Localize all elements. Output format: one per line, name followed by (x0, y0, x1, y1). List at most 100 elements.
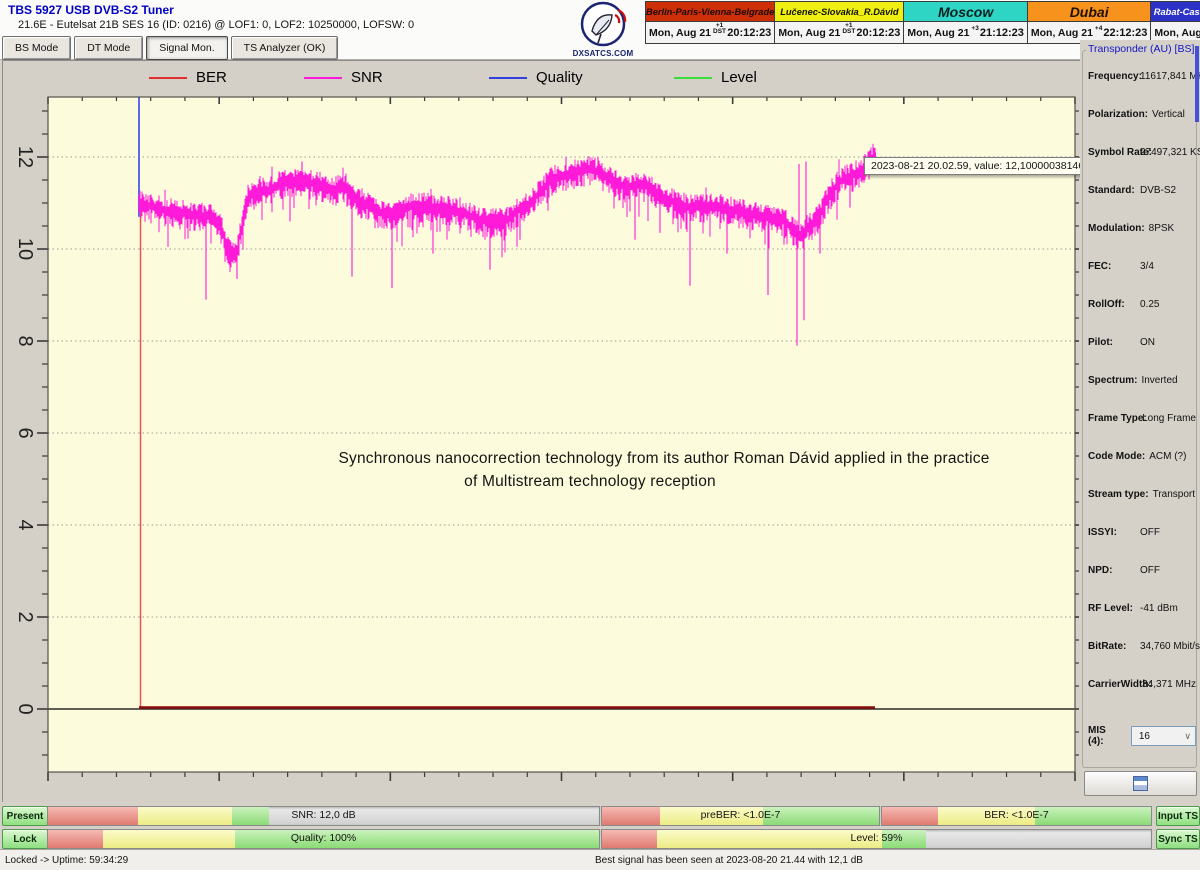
tab-signal-mon-[interactable]: Signal Mon. (146, 36, 227, 60)
clock-time-value: 21:12:23 (980, 27, 1024, 39)
ber-bar-text: BER: <1.0E-7 (882, 807, 1151, 824)
clock-panel: Dubai Mon, Aug 21+422:12:23 (1027, 1, 1152, 44)
field-label: Frame Type: (1088, 413, 1138, 424)
field-value: -41 dBm (1140, 603, 1178, 614)
chart-annotation-line2: of Multistream technology reception (185, 473, 995, 491)
field-value: 11617,841 MHz (1140, 71, 1200, 82)
field-value: OFF (1140, 527, 1160, 538)
field-label: Standard: (1088, 185, 1136, 196)
clock-date: Mon, Aug 21 (778, 27, 840, 39)
satellite-dish-icon (571, 0, 635, 50)
field-row: Polarization:Vertical (1083, 109, 1196, 147)
field-row: Pilot: ON (1083, 337, 1196, 375)
transponder-panel: Transponder (AU) [BS] Frequency:11617,84… (1080, 40, 1200, 852)
preber-progress-bar: preBER: <1.0E-7 (601, 806, 880, 826)
field-row: Stream type: Transport (1083, 489, 1196, 527)
legend-item-quality: Quality (489, 69, 583, 86)
svg-text:10: 10 (14, 238, 36, 260)
clock-time-value: 22:12:23 (1103, 27, 1147, 39)
field-value: Inverted (1141, 375, 1177, 386)
field-label: Spectrum: (1088, 375, 1137, 386)
field-row: Standard: DVB-S2 (1083, 185, 1196, 223)
clock-dst-label: DST (842, 29, 855, 35)
clock-utc-offset: +4 (1095, 26, 1102, 32)
svg-text:6: 6 (14, 427, 36, 438)
svg-text:12: 12 (14, 146, 36, 168)
clock-utc-offset: +3 (971, 26, 978, 32)
legend-item-snr: SNR (304, 69, 383, 86)
clock-offset-value: +4 (1095, 26, 1102, 32)
svg-text:4: 4 (14, 519, 36, 530)
field-value: Vertical (1152, 109, 1185, 120)
field-row: RF Level: -41 dBm (1083, 603, 1196, 641)
field-value: Transport (1153, 489, 1195, 500)
clock-panel: Lučenec-Slovakia_R.DávidMon, Aug 21+1DST… (774, 1, 904, 44)
field-label: Stream type: (1088, 489, 1149, 500)
field-row: Frame Type:Long Frame (1083, 413, 1196, 451)
field-row: Modulation:8PSK (1083, 223, 1196, 261)
field-label: Code Mode: (1088, 451, 1145, 462)
field-label: ISSYI: (1088, 527, 1136, 538)
signal-plot[interactable]: 024681012 (3, 94, 1079, 801)
clock-panel: Berlin-Paris-Vienna-BelgradeMon, Aug 21+… (645, 1, 775, 44)
field-row: Spectrum: Inverted (1083, 375, 1196, 413)
best-signal-status: Best signal has been seen at 2023-08-20 … (595, 855, 863, 866)
scrollbar-thumb[interactable] (1195, 46, 1199, 122)
mis-selected-value: 16 (1139, 731, 1150, 742)
clock-utc-offset: +1DST (842, 23, 855, 35)
field-value: 8PSK (1149, 223, 1175, 234)
tab-ts-analyzer-ok-[interactable]: TS Analyzer (OK) (231, 36, 339, 60)
clock-panel: Rabat-Casablanca-LondonMon, Aug 21+119:1… (1150, 1, 1200, 44)
field-value: ON (1140, 337, 1155, 348)
transport-stream-button[interactable] (1084, 771, 1197, 796)
legend-item-level: Level (674, 69, 757, 86)
input-ts-button[interactable]: Input TS (1156, 806, 1200, 826)
field-row: NPD:OFF (1083, 565, 1196, 603)
field-value: DVB-S2 (1140, 185, 1176, 196)
field-value: 34,760 Mbit/s (1140, 641, 1200, 652)
lock-uptime-status: Locked -> Uptime: 59:34:29 (5, 855, 128, 866)
clock-date: Mon, Aug 21 (907, 27, 969, 39)
clock-city-label: Dubai (1028, 2, 1151, 22)
quality-bar-text: Quality: 100% (48, 830, 599, 847)
field-label: CarrierWidth: (1088, 679, 1138, 690)
field-row: RollOff:0.25 (1083, 299, 1196, 337)
logo-text: DXSATCS.COM (570, 49, 636, 58)
field-value: 3/4 (1140, 261, 1154, 272)
transponder-title: Transponder (AU) [BS] (1086, 43, 1196, 55)
transponder-subtitle: 21.6E - Eutelsat 21B SES 16 (ID: 0216) @… (18, 19, 414, 31)
status-bar: Locked -> Uptime: 59:34:29 Best signal h… (0, 849, 1200, 870)
clock-time-row: Mon, Aug 21+321:12:23 (904, 22, 1027, 43)
clock-date: Mon, Aug 21 (649, 27, 711, 39)
field-label: Pilot: (1088, 337, 1136, 348)
transport-list-icon (1133, 776, 1148, 791)
clock-city-label: Berlin-Paris-Vienna-Belgrade (646, 2, 774, 22)
tab-bs-mode[interactable]: BS Mode (2, 36, 71, 60)
snr-progress-bar: SNR: 12,0 dB (47, 806, 600, 826)
legend-item-ber: BER (149, 69, 227, 86)
field-row: Symbol Rate:27497,321 KS/s (1083, 147, 1196, 185)
svg-text:8: 8 (14, 335, 36, 346)
snr-bar-text: SNR: 12,0 dB (48, 807, 599, 824)
lock-button[interactable]: Lock (2, 829, 48, 849)
field-label: FEC: (1088, 261, 1136, 272)
mis-label: MIS (4): (1088, 725, 1123, 747)
sync-ts-button[interactable]: Sync TS (1156, 829, 1200, 849)
legend-label: BER (196, 69, 227, 86)
field-value: 27497,321 KS/s (1140, 147, 1200, 158)
mis-row: MIS (4): 16 ∨ (1083, 725, 1196, 747)
field-value: OFF (1140, 565, 1160, 576)
clock-date: Mon, Aug 21 (1031, 27, 1093, 39)
tab-dt-mode[interactable]: DT Mode (74, 36, 143, 60)
mis-dropdown[interactable]: 16 ∨ (1131, 726, 1196, 746)
field-label: RF Level: (1088, 603, 1136, 614)
preber-bar-text: preBER: <1.0E-7 (602, 807, 879, 824)
chevron-down-icon: ∨ (1184, 731, 1191, 742)
clock-time-value: 20:12:23 (727, 27, 771, 39)
clock-time-value: 20:12:23 (856, 27, 900, 39)
transponder-groupbox: Transponder (AU) [BS] Frequency:11617,84… (1082, 50, 1197, 768)
field-value: ACM (?) (1149, 451, 1186, 462)
present-button[interactable]: Present (2, 806, 48, 826)
clock-dst-label: DST (713, 29, 726, 35)
legend-snr-line-swatch (304, 77, 342, 79)
